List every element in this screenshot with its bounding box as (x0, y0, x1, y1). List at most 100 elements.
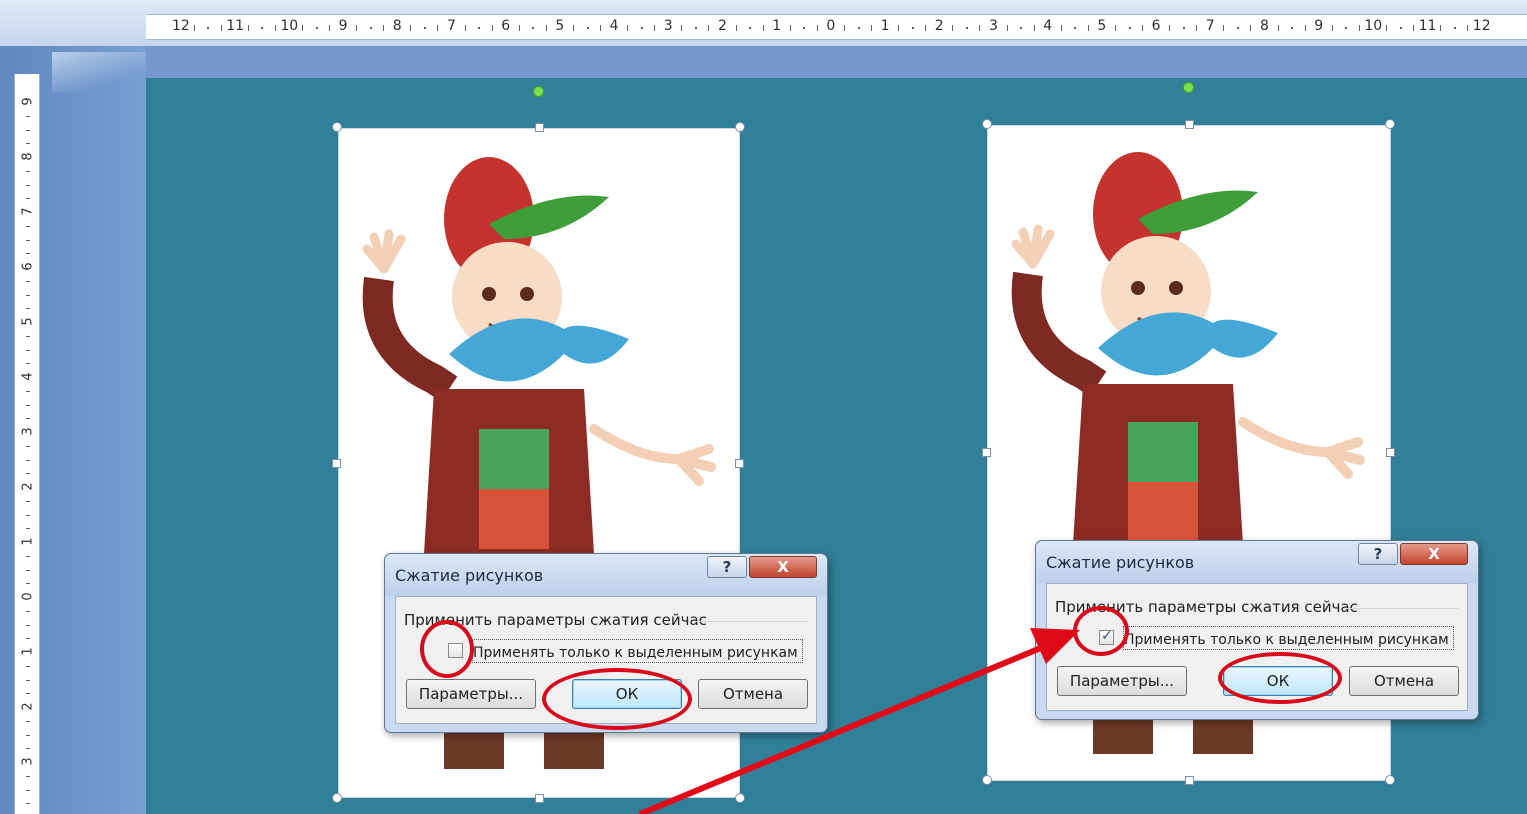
ruler-tick (26, 528, 30, 530)
ruler-dot (1236, 27, 1239, 29)
ruler-number: 1 (20, 537, 36, 546)
ruler-dot (965, 27, 968, 29)
ruler-number: 9 (338, 18, 348, 34)
ruler-tick (26, 418, 30, 420)
ruler-dot (911, 27, 914, 29)
params-button[interactable]: Параметры... (406, 679, 536, 709)
ruler-number: 10 (280, 18, 299, 34)
rotate-handle[interactable] (1183, 82, 1194, 93)
resize-handle[interactable] (535, 794, 544, 803)
ruler-tick (220, 25, 222, 31)
ruler-tick (925, 25, 927, 31)
ruler-tick (26, 665, 30, 667)
group-divider (696, 621, 808, 622)
ruler-tick (356, 25, 358, 31)
ruler-dot (803, 27, 806, 29)
dialog-title: Сжатие рисунков (1046, 553, 1195, 572)
annotation-circle-checkbox (1073, 606, 1129, 656)
ruler-dot (478, 27, 481, 29)
horizontal-ruler[interactable]: 12 11 10 9 8 7 6 5 4 3 2 1 0 1 2 3 4 5 6 7 8 9 10 11 12 (146, 14, 1527, 40)
ruler-tick (26, 693, 30, 695)
ruler-dot (261, 27, 264, 29)
resize-handle[interactable] (982, 448, 991, 457)
ruler-tick (26, 624, 30, 626)
resize-handle[interactable] (735, 122, 745, 132)
ruler-tick (26, 129, 30, 131)
ruler-tick (1331, 25, 1333, 31)
ruler-dot (1291, 27, 1294, 29)
vertical-ruler[interactable]: 9 8 7 6 5 4 3 2 1 0 1 2 3 (14, 74, 40, 814)
cancel-button[interactable]: Отмена (698, 679, 808, 709)
ruler-number: 8 (1260, 18, 1269, 34)
ruler-tick (26, 239, 30, 241)
ruler-tick (301, 25, 303, 31)
ruler-tick (1006, 25, 1008, 31)
ruler-number: 4 (20, 372, 36, 381)
close-button[interactable]: X (749, 556, 817, 578)
resize-handle[interactable] (982, 775, 992, 785)
resize-handle[interactable] (1385, 775, 1395, 785)
dialog-titlebar[interactable]: Сжатие рисунков ? X (1036, 541, 1478, 583)
ruler-tick (1358, 25, 1360, 31)
ruler-number: 6 (20, 262, 36, 271)
checkbox-label: Применять только к выделенным рисункам (1124, 632, 1449, 648)
ruler-tick (26, 473, 30, 475)
ruler-tick (26, 404, 30, 406)
ruler-tick (247, 25, 249, 31)
ruler-tick (1142, 25, 1144, 31)
help-button[interactable]: ? (1358, 543, 1398, 565)
slide-thumbnail-shadow (52, 52, 146, 92)
ruler-number: 11 (226, 18, 245, 34)
ruler-tick (329, 25, 331, 31)
resize-handle[interactable] (1185, 776, 1194, 785)
ruler-tick (26, 555, 30, 557)
ruler-number: 3 (20, 427, 36, 436)
checkbox-focus-row[interactable]: Применять только к выделенным рисункам (1123, 626, 1454, 650)
ruler-number: 9 (1314, 18, 1324, 34)
annotation-circle-ok (1218, 652, 1342, 704)
resize-handle[interactable] (1386, 448, 1395, 457)
resize-handle[interactable] (1185, 120, 1194, 129)
dialog-titlebar[interactable]: Сжатие рисунков ? X (385, 554, 827, 596)
resize-handle[interactable] (982, 119, 992, 129)
help-button[interactable]: ? (707, 556, 747, 578)
ruler-tick (437, 25, 439, 31)
ruler-tick (26, 390, 30, 392)
ruler-tick (26, 638, 30, 640)
ruler-number: 8 (392, 18, 402, 34)
ruler-number: 7 (20, 207, 36, 216)
ruler-dot (315, 27, 318, 29)
ruler-dot (1074, 27, 1077, 29)
ruler-dot (369, 27, 372, 29)
close-button[interactable]: X (1400, 543, 1468, 565)
checkbox-focus-row[interactable]: Применять только к выделенным рисункам (472, 639, 803, 663)
resize-handle[interactable] (332, 793, 342, 803)
params-button[interactable]: Параметры... (1057, 666, 1187, 696)
ruler-tick (1169, 25, 1171, 31)
ruler-tick (1223, 25, 1225, 31)
group-divider (1347, 608, 1459, 609)
resize-handle[interactable] (535, 123, 544, 132)
resize-handle[interactable] (1385, 119, 1395, 129)
ruler-tick (26, 720, 30, 722)
ruler-tick (26, 610, 30, 612)
cancel-button[interactable]: Отмена (1349, 666, 1459, 696)
resize-handle[interactable] (735, 793, 745, 803)
ruler-number: 5 (1097, 18, 1107, 34)
ruler-tick (572, 25, 574, 31)
resize-handle[interactable] (735, 459, 744, 468)
ruler-tick (464, 25, 466, 31)
ruler-dot (857, 27, 860, 29)
resize-handle[interactable] (332, 122, 342, 132)
ruler-number: 8 (20, 152, 36, 161)
ruler-tick (26, 803, 30, 805)
ruler-tick (1385, 25, 1387, 31)
ruler-tick (1413, 25, 1415, 31)
ruler-tick (410, 25, 412, 31)
ruler-number: 5 (20, 317, 36, 326)
ruler-tick (952, 25, 954, 31)
ruler-tick (871, 25, 873, 31)
ruler-tick (762, 25, 764, 31)
resize-handle[interactable] (332, 459, 341, 468)
rotate-handle[interactable] (533, 86, 544, 97)
